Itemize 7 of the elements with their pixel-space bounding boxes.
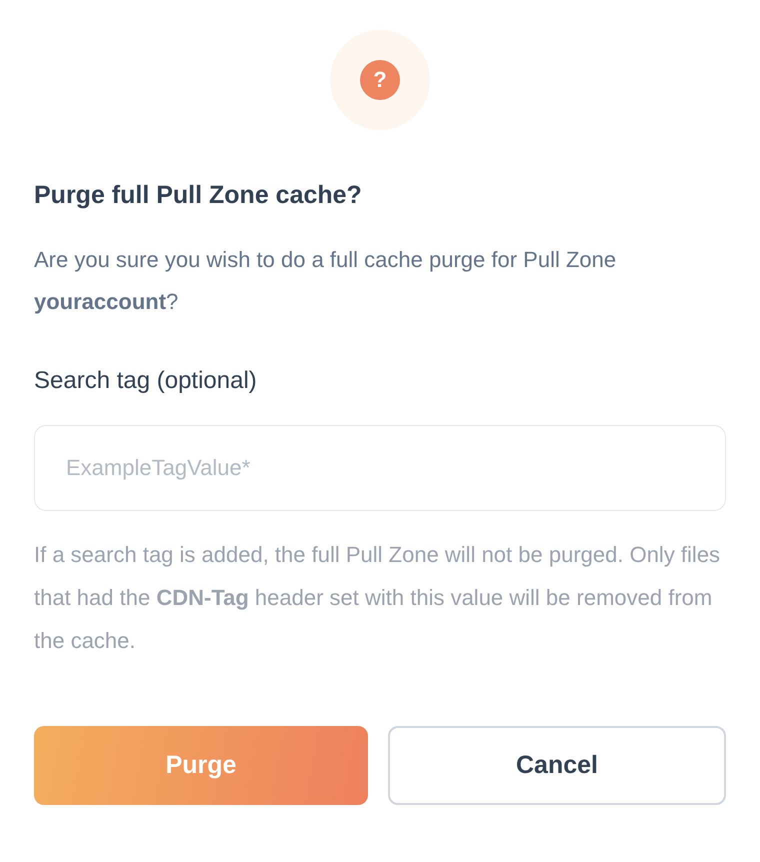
cancel-button[interactable]: Cancel [388,726,726,805]
message-text: Are you sure you wish to do a full cache purge for Pull Zone youraccount? [34,246,618,316]
question-icon: ? [360,60,400,100]
dialog-title: Purge full Pull Zone cache? [34,180,363,211]
help-text: If a search tag is added, the full Pull Zone will not be purged. Only files that had the CDN-Tag header set with this value will be removed from the cache. [34,541,722,655]
input-field[interactable]: ExampleTagValue* [34,425,726,511]
field-label: Search tag (optional) [34,366,258,396]
